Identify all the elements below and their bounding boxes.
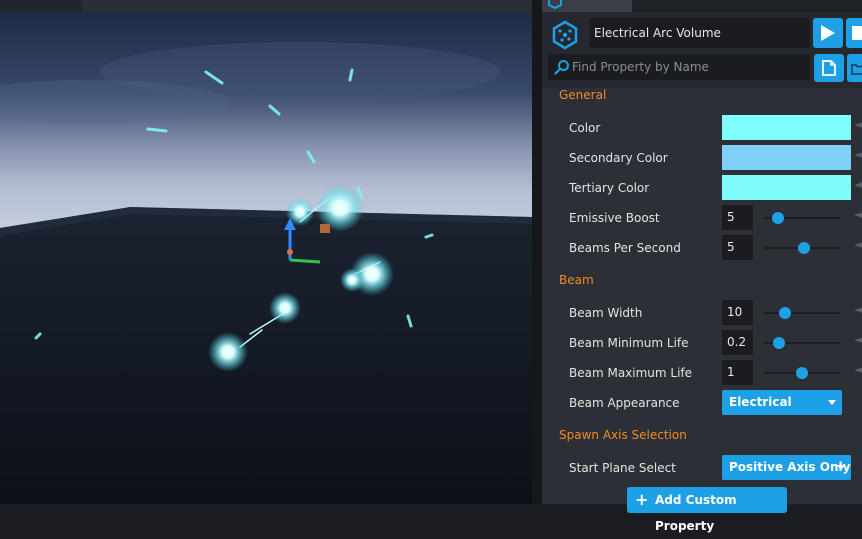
- beam-width-slider[interactable]: [764, 306, 840, 320]
- beam-min-life-label: Beam Minimum Life: [569, 336, 689, 350]
- document-icon: [822, 60, 836, 76]
- beam-min-life-reset-icon[interactable]: ◄: [854, 333, 862, 353]
- beams-per-second-reset-icon[interactable]: ◄: [854, 238, 862, 258]
- emissive-boost-reset-icon[interactable]: ◄: [854, 208, 862, 228]
- beam-min-life-slider[interactable]: [764, 336, 840, 350]
- stop-button[interactable]: [846, 18, 862, 48]
- beam-max-life-reset-icon[interactable]: ◄: [854, 363, 862, 383]
- tab-properties[interactable]: [542, 0, 632, 12]
- beam-appearance-dropdown[interactable]: Electrical: [722, 390, 842, 415]
- viewport-tab-strip: [82, 0, 532, 12]
- plus-icon: +: [635, 490, 649, 509]
- beam-max-life-label: Beam Maximum Life: [569, 366, 693, 380]
- emissive-boost-field[interactable]: 5: [722, 205, 753, 230]
- chevron-down-icon: [828, 400, 836, 405]
- beams-per-second-label: Beams Per Second: [569, 241, 681, 255]
- beam-max-life-field[interactable]: 1: [722, 360, 753, 385]
- play-button[interactable]: [813, 18, 843, 48]
- secondary-color-reset-icon[interactable]: ◄: [854, 148, 862, 168]
- panel-splitter[interactable]: [532, 0, 542, 504]
- secondary-color-label: Secondary Color: [569, 151, 668, 165]
- folder-icon: [851, 64, 862, 75]
- beam-max-life-slider[interactable]: [764, 366, 840, 380]
- slider-handle[interactable]: [779, 307, 792, 319]
- emissive-boost-slider[interactable]: [764, 211, 840, 225]
- chevron-down-icon: [837, 465, 845, 470]
- properties-header: Electrical Arc Volume: [542, 12, 862, 88]
- add-custom-property-button[interactable]: + Add Custom Property: [627, 487, 787, 533]
- section-general-title[interactable]: General: [559, 88, 606, 102]
- color-swatch[interactable]: [722, 115, 851, 140]
- beams-per-second-field[interactable]: 5: [722, 235, 753, 260]
- properties-tab-icon: [548, 0, 562, 9]
- tertiary-color-reset-icon[interactable]: ◄: [854, 178, 862, 198]
- color-reset-icon[interactable]: ◄: [854, 118, 862, 138]
- slider-track: [764, 312, 840, 314]
- properties-panel: Electrical Arc Volume Gene: [542, 0, 862, 533]
- beams-per-second-slider[interactable]: [764, 241, 840, 255]
- search-icon: [554, 60, 569, 75]
- tertiary-color-label: Tertiary Color: [569, 181, 650, 195]
- slider-handle[interactable]: [771, 212, 784, 224]
- panel-tab-bar: [542, 0, 862, 12]
- scene-render[interactable]: [0, 12, 532, 504]
- hex-node-icon: [552, 20, 578, 50]
- documentation-button[interactable]: [814, 54, 844, 82]
- start-plane-select-label: Start Plane Select: [569, 461, 676, 475]
- beam-width-reset-icon[interactable]: ◄: [854, 303, 862, 323]
- secondary-color-swatch[interactable]: [722, 145, 851, 170]
- viewport-toolbar: [0, 0, 532, 12]
- emissive-boost-label: Emissive Boost: [569, 211, 660, 225]
- property-search[interactable]: [548, 54, 810, 80]
- beam-appearance-label: Beam Appearance: [569, 396, 680, 410]
- tertiary-color-swatch[interactable]: [722, 175, 851, 200]
- folder-button[interactable]: [847, 54, 862, 82]
- color-label: Color: [569, 121, 601, 135]
- scene-viewport[interactable]: [0, 0, 532, 504]
- section-spawn-axis-title[interactable]: Spawn Axis Selection: [559, 428, 687, 442]
- object-name-field[interactable]: Electrical Arc Volume: [590, 18, 810, 48]
- stop-icon: [852, 26, 862, 40]
- slider-handle[interactable]: [796, 367, 808, 379]
- slider-handle[interactable]: [797, 242, 810, 254]
- beam-width-label: Beam Width: [569, 306, 643, 320]
- beam-width-field[interactable]: 10: [722, 300, 753, 325]
- properties-list: General Color ◄ Secondary Color ◄ Tertia…: [542, 88, 862, 533]
- section-beam-title[interactable]: Beam: [559, 273, 594, 287]
- search-input[interactable]: [572, 54, 802, 80]
- start-plane-select-dropdown[interactable]: Positive Axis Only: [722, 455, 851, 480]
- beam-appearance-value: Electrical: [729, 395, 792, 409]
- slider-handle[interactable]: [773, 337, 786, 349]
- play-icon: [821, 25, 835, 41]
- add-custom-property-label: Add Custom Property: [655, 493, 737, 533]
- start-plane-select-value: Positive Axis Only: [729, 460, 851, 474]
- beam-min-life-field[interactable]: 0.2: [722, 330, 753, 355]
